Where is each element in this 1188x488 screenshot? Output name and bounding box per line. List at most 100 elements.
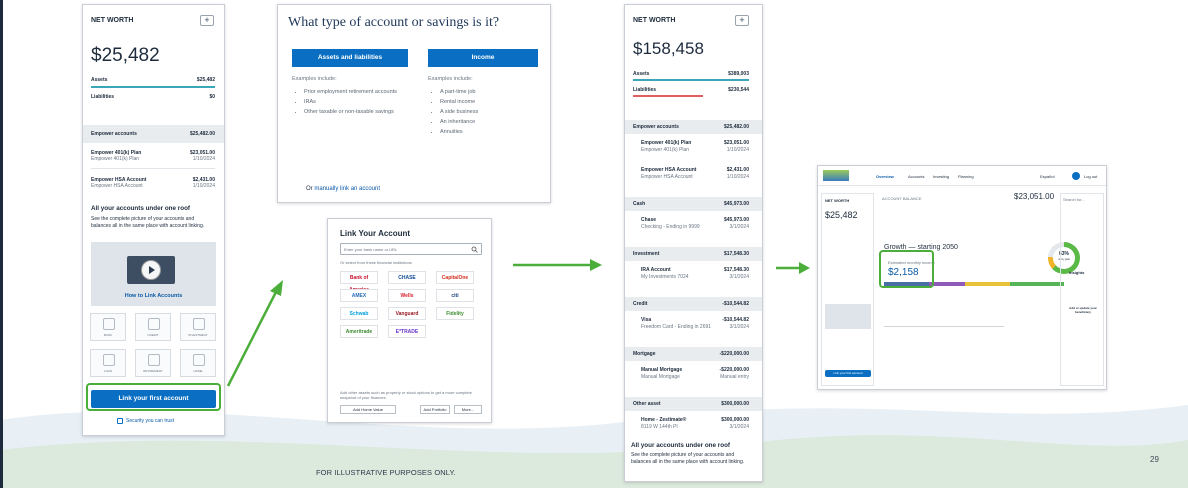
group-label: Empower accounts	[633, 124, 679, 130]
institution-logo[interactable]: Bank of America	[340, 271, 378, 293]
piggy-bank-icon	[193, 318, 205, 330]
account-value: $45,973.00	[723, 217, 749, 223]
nav-planning[interactable]: Planning	[958, 174, 974, 179]
add-account-button[interactable]: +	[200, 15, 214, 26]
account-item[interactable]: Chase $45,973.00 Checking - Ending in 9999…	[641, 217, 749, 231]
screenshot-net-worth-empty: NET WORTH + $25,482 Assets $25,482 Liabi…	[82, 4, 225, 436]
institution-logo[interactable]: Vanguard	[388, 307, 426, 320]
liabilities-row: Liabilities $0	[91, 94, 215, 100]
account-sub: Empower 401(k) Plan	[641, 147, 690, 153]
security-link[interactable]: Security you can trust	[126, 418, 174, 424]
assets-row: Assets $25,482	[91, 77, 215, 83]
account-name: Manual Mortgage	[641, 367, 683, 373]
top-nav: Overview Accounts Investing Planning Esp…	[818, 166, 1106, 186]
account-item[interactable]: Manual Mortgage -$220,000.00 Manual Mortga…	[641, 367, 749, 381]
arrow-3	[776, 262, 810, 274]
account-type-question: What type of account or savings is it?	[288, 15, 500, 30]
institution-logo[interactable]: Ameritrade	[340, 325, 378, 338]
account-item-hsa[interactable]: Empower HSA Account $2,431.00 Empower HSA…	[91, 177, 215, 189]
group-label: Credit	[633, 301, 648, 307]
tile-investment[interactable]: INVESTMENT	[180, 313, 216, 341]
nav-accounts[interactable]: Accounts	[908, 174, 924, 179]
institution-logo[interactable]: Schwab	[340, 307, 378, 320]
institution-logo[interactable]: CapitalOne	[436, 271, 474, 284]
sidebar-link-first-account-button[interactable]: Link your first account	[825, 370, 871, 377]
tile-home[interactable]: HOME	[180, 349, 216, 377]
account-item[interactable]: Home - Zestimate® $300,000.00 8119 W 144th…	[641, 417, 749, 431]
account-value: $300,000.00	[721, 417, 749, 423]
nav-overview[interactable]: Overview	[876, 174, 894, 179]
loan-icon	[103, 354, 115, 366]
group-value: $300,000.00	[721, 401, 749, 407]
tile-loan[interactable]: LOAN	[90, 349, 126, 377]
search-placeholder: Enter your bank name or URL	[344, 247, 398, 252]
logout-link[interactable]: Log out	[1084, 174, 1097, 179]
institution-logo[interactable]: CHASE	[388, 271, 426, 284]
account-value: $2,431.00	[726, 167, 749, 173]
account-item[interactable]: Empower 401(k) Plan $23,051.00 Empower 401…	[641, 140, 749, 154]
disclaimer: FOR ILLUSTRATIVE PURPOSES ONLY.	[316, 468, 456, 477]
account-item-401k[interactable]: Empower 401(k) Plan $23,051.00 Empower 40…	[91, 150, 215, 162]
institution-logo[interactable]: E*TRADE	[388, 325, 426, 338]
sidebar-title: NET WORTH	[825, 198, 850, 203]
tile-bank[interactable]: BANK	[90, 313, 126, 341]
example-item: A part-time job	[440, 87, 538, 97]
liabilities-value: $0	[209, 94, 215, 100]
avatar[interactable]	[1072, 172, 1080, 180]
add-account-button[interactable]: +	[735, 15, 749, 26]
institution-search-input[interactable]: Enter your bank name or URL	[340, 243, 482, 255]
income-header[interactable]: Income	[428, 49, 538, 67]
account-sub: Empower 401(k) Plan	[91, 156, 140, 162]
add-home-value-button[interactable]: Add Home Value	[340, 405, 396, 414]
account-name: Home - Zestimate®	[641, 417, 687, 423]
account-sub: Empower HSA Account	[91, 183, 143, 189]
manual-link-row: Or manually link an account	[306, 186, 380, 192]
account-date: Manual entry	[720, 374, 749, 380]
institution-logo[interactable]: citi	[436, 289, 474, 302]
more-button[interactable]: More...	[454, 405, 482, 414]
account-item[interactable]: Empower HSA Account $2,431.00 Empower HSA …	[641, 167, 749, 181]
example-item: A side business	[440, 107, 538, 117]
income-examples: A part-time job Rental income A side bus…	[428, 87, 538, 137]
group-value: -$220,000.00	[719, 351, 749, 357]
play-icon[interactable]	[141, 260, 161, 280]
tile-credit[interactable]: CREDIT	[135, 313, 171, 341]
search-box[interactable]: Search for...	[1063, 197, 1085, 202]
promo-title: All your accounts under one roof	[631, 442, 731, 449]
highlight-income	[879, 250, 934, 288]
page-number: 29	[1150, 455, 1159, 464]
net-worth-total: $25,482	[91, 45, 160, 66]
video-thumbnail[interactable]: How to Link Accounts	[91, 242, 216, 306]
screenshot-account-type: What type of account or savings is it? A…	[277, 4, 551, 203]
add-other-assets-note: Add other assets such as property or sto…	[340, 390, 472, 400]
account-item[interactable]: IRA Account $17,548.30 My Investments 7024…	[641, 267, 749, 281]
column-assets[interactable]: Assets and liabilities Examples include:…	[292, 49, 408, 179]
example-item: Prior employment retirement accounts	[304, 87, 408, 97]
account-sub: Manual Mortgage	[641, 374, 680, 380]
group-row: Cash $45,973.00	[633, 201, 749, 207]
group-value: $45,973.00	[723, 201, 749, 207]
institution-logo[interactable]: AMEX	[340, 289, 378, 302]
account-item[interactable]: Visa -$10,544.82 Freedom Card - Ending in …	[641, 317, 749, 331]
insights-title: Insights	[1069, 270, 1085, 275]
language-link[interactable]: Español	[1040, 174, 1054, 179]
account-value: $23,051.00	[723, 140, 749, 146]
screenshot-link-account: Link Your Account Enter your bank name o…	[327, 218, 492, 423]
manual-link[interactable]: manually link an account	[314, 186, 380, 192]
net-worth-title: NET WORTH	[633, 17, 676, 24]
institution-logo[interactable]: Fidelity	[436, 307, 474, 320]
institution-logo[interactable]: Wells	[388, 289, 426, 302]
assets-header[interactable]: Assets and liabilities	[292, 49, 408, 67]
group-label: Cash	[633, 201, 646, 207]
chart-placeholder	[884, 326, 1004, 356]
sidebar-video[interactable]	[825, 304, 871, 329]
column-income[interactable]: Income Examples include: A part-time job…	[428, 49, 538, 179]
group-row: Mortgage -$220,000.00	[633, 351, 749, 357]
group-label: Other asset	[633, 401, 661, 407]
nav-investing[interactable]: Investing	[933, 174, 949, 179]
tile-retirement[interactable]: RETIREMENT	[135, 349, 171, 377]
account-name: Empower 401(k) Plan	[641, 140, 692, 146]
net-worth-total: $158,458	[633, 39, 704, 58]
add-portfolio-button[interactable]: Add Portfolio	[420, 405, 450, 414]
account-sub: Checking - Ending in 9999	[641, 224, 700, 230]
